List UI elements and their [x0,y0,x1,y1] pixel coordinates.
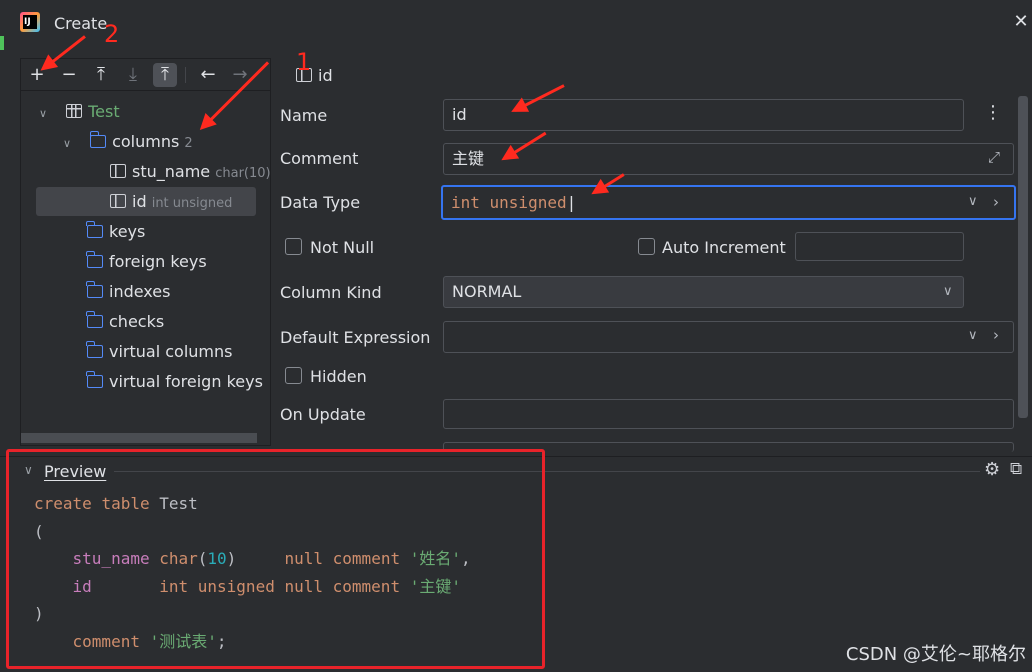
comment-label: Comment [280,149,359,168]
auto-increment-checkbox[interactable] [638,238,655,255]
annotation-number-2: 2 [104,20,120,48]
tree-item-column[interactable]: id int unsigned [110,187,232,217]
annotation-number-1: 1 [296,48,312,76]
folder-icon [86,221,103,238]
chevron-down-icon[interactable]: ∨ [39,99,53,129]
window-title: Create [54,14,108,33]
remove-icon[interactable]: − [57,63,81,87]
toolbar-separator [185,67,186,83]
expand-icon[interactable]: ⤢ [988,148,1000,166]
folder-icon [86,371,103,388]
column-icon [110,194,126,208]
app-logo-icon: IJ [20,12,40,32]
chevron-right-icon[interactable]: › [993,193,999,211]
tree-toolbar: + − ⤒ ⤓ ⤒ ← → [21,59,270,91]
tree-item-virtual-foreign-keys[interactable]: virtual foreign keys [86,367,263,397]
table-icon [66,104,83,118]
move-up-icon[interactable]: ⤒ [89,63,113,87]
name-label: Name [280,106,328,125]
more-options-icon[interactable]: ⋮ [984,102,1002,123]
chevron-right-icon[interactable]: › [993,326,999,344]
gear-icon[interactable]: ⚙ [984,459,1000,480]
tree-item-table[interactable]: ∨ Test [39,97,120,127]
tree-item-foreign-keys[interactable]: foreign keys [86,247,207,277]
on-update-label: On Update [280,405,366,424]
chevron-down-icon[interactable]: ∨ [968,328,978,343]
hidden-checkbox[interactable] [285,367,302,384]
folder-icon [86,341,103,358]
column-kind-select[interactable]: NORMAL [443,276,964,308]
move-top-icon[interactable]: ⤒ [153,63,177,87]
move-down-icon[interactable]: ⤓ [121,63,145,87]
datatype-input[interactable]: int unsigned| [441,185,1016,220]
column-icon [110,164,126,178]
folder-icon [89,131,107,148]
auto-increment-input[interactable] [795,232,964,261]
folder-icon [86,251,103,268]
on-update-input[interactable] [443,399,1014,429]
folder-icon [86,281,103,298]
text-cursor: | [566,193,577,212]
tree-item-checks[interactable]: checks [86,307,164,337]
chevron-down-icon[interactable]: ∨ [943,284,953,299]
comment-input[interactable]: 主键 [443,143,1014,175]
chevron-down-icon[interactable]: ∨ [63,129,77,159]
watermark: CSDN @艾伦~耶格尔 [845,644,1026,665]
horizontal-scrollbar[interactable] [21,433,257,443]
hidden-label: Hidden [310,367,367,386]
back-arrow-icon[interactable]: ← [196,63,220,87]
close-icon[interactable]: ✕ [1012,12,1030,32]
chevron-down-icon[interactable]: ∨ [968,194,978,209]
default-expression-label: Default Expression [280,328,431,347]
column-kind-label: Column Kind [280,283,382,302]
structure-tree-panel: + − ⤒ ⤓ ⤒ ← → ∨ Test ∨ columns 2 stu_nam… [20,58,271,446]
default-expression-input[interactable] [443,321,1014,353]
tree-item-virtual-columns[interactable]: virtual columns [86,337,232,367]
tree-item-indexes[interactable]: indexes [86,277,170,307]
open-external-icon[interactable]: ⧉ [1010,459,1022,479]
columns-count: 2 [184,136,193,151]
folder-icon [86,311,103,328]
not-null-label: Not Null [310,238,375,257]
not-null-checkbox[interactable] [285,238,302,255]
tree-item-column[interactable]: stu_name char(10) [110,157,271,187]
side-accent [0,36,4,50]
datatype-label: Data Type [280,193,361,212]
annotation-highlight-box [6,449,545,669]
vertical-scrollbar[interactable] [1018,96,1028,418]
tree-item-keys[interactable]: keys [86,217,145,247]
tree-item-columns[interactable]: ∨ columns 2 [63,127,193,157]
auto-increment-label: Auto Increment [662,238,786,257]
title-bar: IJ Create ✕ [0,0,1032,46]
